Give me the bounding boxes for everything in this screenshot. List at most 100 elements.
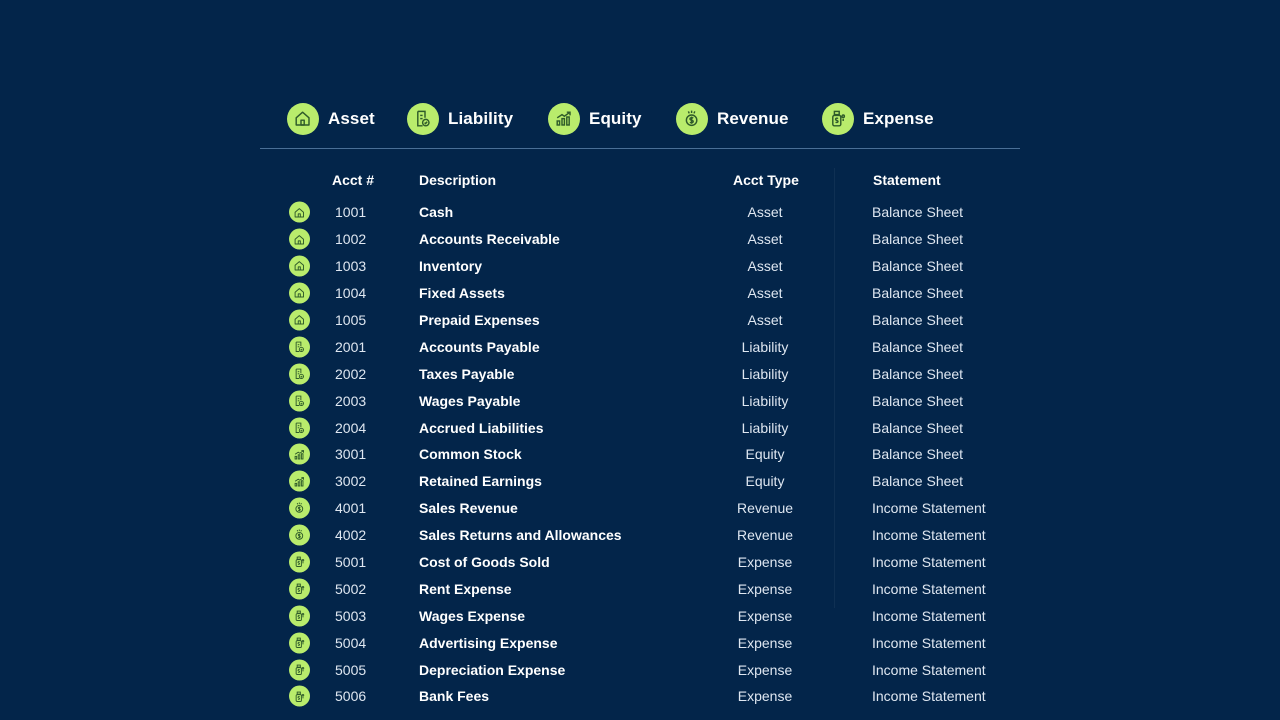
header-statement: Statement (873, 172, 941, 188)
acct-statement: Income Statement (872, 554, 986, 571)
acct-type: Expense (737, 688, 793, 705)
acct-description: Bank Fees (419, 688, 490, 705)
table-row: 1003 Inventory Asset Balance Sheet (260, 253, 1020, 280)
acct-statement: Balance Sheet (872, 365, 964, 382)
table-row: 1001 Cash Asset Balance Sheet (260, 199, 1020, 226)
document-check-icon (289, 336, 310, 358)
bar-chart-growth-icon (548, 103, 580, 135)
acct-type: Asset (747, 231, 783, 248)
acct-statement: Income Statement (872, 580, 986, 597)
acct-number: 5002 (335, 580, 367, 597)
acct-number: 4002 (335, 527, 367, 544)
chart-of-accounts-panel: Asset Liability Equity Revenue Expense A… (260, 88, 1020, 720)
money-bag-icon (289, 659, 310, 681)
dollar-coin-icon (289, 524, 310, 546)
bar-chart-growth-icon (289, 443, 310, 465)
acct-type: Expense (737, 634, 793, 651)
acct-statement: Balance Sheet (872, 312, 964, 328)
document-check-icon (407, 103, 439, 135)
acct-description: Depreciation Expense (419, 661, 566, 678)
acct-statement: Balance Sheet (872, 392, 964, 409)
dollar-coin-icon (676, 103, 708, 135)
document-check-icon (289, 363, 310, 385)
acct-type: Expense (737, 607, 793, 624)
acct-number: 5001 (335, 554, 367, 571)
acct-description: Rent Expense (419, 580, 512, 597)
acct-number: 1002 (335, 231, 367, 248)
acct-type: Revenue (736, 527, 794, 544)
acct-statement: Income Statement (872, 688, 986, 705)
acct-type: Equity (745, 473, 785, 490)
legend-label: Asset (328, 109, 375, 128)
acct-statement: Balance Sheet (872, 338, 964, 355)
acct-statement: Balance Sheet (872, 446, 964, 463)
table-row: 2004 Accrued Liabilities Liability Balance … (260, 414, 1020, 441)
acct-statement: Income Statement (872, 527, 986, 544)
dollar-coin-icon (289, 497, 310, 519)
acct-type: Asset (747, 258, 783, 275)
document-check-icon (289, 417, 310, 439)
acct-type: Revenue (736, 500, 794, 517)
table-row: 2003 Wages Payable Liability Balance Sheet (260, 387, 1020, 414)
table-row: 3001 Common Stock Equity Balance Sheet (260, 441, 1020, 468)
money-bag-icon (289, 685, 310, 707)
legend-item-expense: Expense (822, 103, 934, 135)
acct-statement: Income Statement (872, 607, 986, 624)
acct-type: Liability (741, 419, 789, 436)
money-bag-icon (289, 605, 310, 627)
acct-type: Expense (737, 580, 793, 597)
table-row: 2001 Accounts Payable Liability Balance She… (260, 333, 1020, 360)
legend-item-equity: Equity (548, 103, 642, 135)
acct-description: Taxes Payable (419, 365, 515, 382)
acct-description: Cash (419, 204, 454, 221)
table-row: 1005 Prepaid Expenses Asset Balance Sheet (260, 307, 1020, 334)
acct-statement: Balance Sheet (872, 285, 964, 302)
acct-number: 1001 (335, 204, 367, 221)
money-bag-icon (822, 103, 854, 135)
table-row: 1004 Fixed Assets Asset Balance Sheet (260, 280, 1020, 307)
acct-number: 1005 (335, 312, 367, 328)
acct-statement: Income Statement (872, 634, 986, 651)
table-row: 5001 Cost of Goods Sold Expense Income Stat… (260, 549, 1020, 576)
acct-statement: Balance Sheet (872, 204, 964, 221)
acct-statement: Balance Sheet (872, 419, 964, 436)
table-row: 2002 Taxes Payable Liability Balance Sheet (260, 360, 1020, 387)
header-acct-type: Acct Type (733, 172, 799, 188)
acct-number: 5006 (335, 688, 367, 705)
legend-item-asset: Asset (287, 103, 375, 135)
acct-type: Expense (737, 554, 793, 571)
acct-number: 5003 (335, 607, 367, 624)
table-row: 5005 Depreciation Expense Expense Income St… (260, 656, 1020, 683)
acct-number: 1003 (335, 258, 367, 275)
acct-description: Accrued Liabilities (419, 419, 544, 436)
money-bag-icon (289, 551, 310, 573)
acct-number: 2002 (335, 365, 367, 382)
acct-statement: Balance Sheet (872, 258, 964, 275)
account-type-legend: Asset Liability Equity Revenue Expense (260, 88, 1020, 149)
acct-number: 1004 (335, 285, 367, 302)
table-row: 4001 Sales Revenue Revenue Income Statement (260, 495, 1020, 522)
acct-type: Asset (747, 204, 783, 221)
legend-label: Revenue (717, 109, 789, 128)
house-icon (287, 103, 319, 135)
acct-type: Liability (741, 365, 789, 382)
acct-number: 3002 (335, 473, 367, 490)
acct-description: Inventory (419, 258, 483, 275)
acct-statement: Income Statement (872, 500, 986, 517)
acct-type: Liability (741, 338, 789, 355)
house-icon (289, 255, 310, 277)
acct-description: Sales Revenue (419, 500, 518, 517)
header-acct: Acct # (332, 172, 375, 188)
house-icon (289, 201, 310, 223)
acct-type: Liability (741, 392, 789, 409)
acct-description: Wages Expense (419, 607, 526, 624)
house-icon (289, 228, 310, 250)
legend-label: Equity (589, 109, 642, 128)
legend-item-revenue: Revenue (676, 103, 789, 135)
acct-type: Equity (745, 446, 785, 463)
acct-statement: Balance Sheet (872, 231, 964, 248)
acct-description: Prepaid Expenses (419, 312, 540, 328)
acct-number: 2001 (335, 338, 367, 355)
acct-number: 5004 (335, 634, 367, 651)
table-header: Acct # Description Acct Type Statement (260, 172, 1020, 192)
